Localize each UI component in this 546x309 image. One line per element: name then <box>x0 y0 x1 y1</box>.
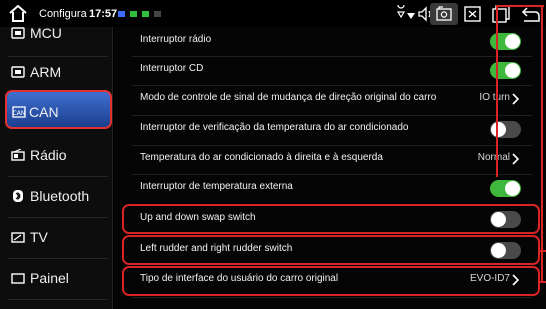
sidebar-item-can[interactable]: CAN CAN <box>5 90 112 129</box>
status-indicator <box>142 11 149 17</box>
sidebar-item-radio[interactable]: Rádio <box>0 135 112 176</box>
sidebar-item-label: Rádio <box>30 147 67 163</box>
annotation-line <box>541 5 543 283</box>
toggle-switch[interactable] <box>490 62 521 79</box>
clock: 17:57 <box>89 8 118 20</box>
sidebar-item-label: Bluetooth <box>30 188 90 204</box>
setting-value: Normal <box>477 152 510 163</box>
back-icon[interactable] <box>521 5 541 23</box>
app-title: Configura <box>39 8 87 20</box>
toggle-knob <box>491 122 506 137</box>
window-icon[interactable] <box>492 5 510 23</box>
toggle-switch[interactable] <box>490 121 521 138</box>
status-indicator <box>130 11 137 17</box>
toggle-knob <box>505 63 520 78</box>
sidebar-item-label: MCU <box>30 27 62 41</box>
annotation-line <box>540 250 546 252</box>
settings-list: Interruptor rádio Interruptor CD Modo de… <box>114 27 546 309</box>
bluetooth-icon <box>13 190 23 202</box>
svg-text:CAN: CAN <box>13 110 26 117</box>
divider <box>132 297 532 298</box>
setting-label: Interruptor de verificação da temperatur… <box>140 122 409 133</box>
location-icon <box>396 5 406 19</box>
sidebar-item-label: ARM <box>30 64 62 80</box>
highlight-box <box>122 235 540 265</box>
toggle-switch[interactable] <box>490 180 521 197</box>
wifi-icon <box>407 13 415 19</box>
can-icon: CAN <box>12 106 26 118</box>
setting-label: Interruptor de temperatura externa <box>140 181 293 192</box>
status-indicator <box>154 11 161 17</box>
setting-label: Temperatura do ar condicionado à direita… <box>140 152 383 163</box>
status-indicator <box>118 11 125 17</box>
setting-row-radio-switch[interactable]: Interruptor rádio <box>114 27 546 56</box>
sidebar-item-label: Painel <box>30 270 69 286</box>
status-bar: Configura 17:57 <box>0 0 546 27</box>
sidebar-item-arm[interactable]: ARM <box>0 52 112 93</box>
setting-row-turn-signal-mode[interactable]: Modo de controle de sinal de mudança de … <box>114 85 546 114</box>
sidebar-item-tv[interactable]: TV <box>0 217 112 258</box>
sidebar-item-painel[interactable]: Painel <box>0 258 112 299</box>
close-box-icon[interactable] <box>464 5 482 23</box>
toggle-knob <box>505 181 520 196</box>
chip-icon <box>11 27 25 39</box>
setting-row-external-temp[interactable]: Interruptor de temperatura externa <box>114 174 546 203</box>
setting-row-cd-switch[interactable]: Interruptor CD <box>114 56 546 85</box>
divider <box>8 299 108 300</box>
setting-value: IO turn <box>479 92 510 103</box>
screenshot-icon[interactable] <box>430 3 458 25</box>
setting-row-ac-temp-check[interactable]: Interruptor de verificação da temperatur… <box>114 115 546 144</box>
setting-label: Interruptor CD <box>140 63 204 74</box>
sidebar-item-bluetooth[interactable]: Bluetooth <box>0 176 112 217</box>
annotation-line <box>496 5 498 177</box>
toggle-switch[interactable] <box>490 33 521 50</box>
sidebar: MCU ARM CAN CAN Rádio Bluetooth TV Paine… <box>0 27 113 309</box>
setting-label: Modo de controle de sinal de mudança de … <box>140 92 437 103</box>
chip-icon <box>11 66 25 78</box>
annotation-line <box>540 281 546 283</box>
radio-icon <box>11 149 25 161</box>
panel-icon <box>11 273 25 284</box>
sidebar-item-label: CAN <box>29 104 59 120</box>
chevron-right-icon <box>512 93 519 105</box>
annotation-line <box>496 5 544 7</box>
sidebar-item-mcu[interactable]: MCU <box>0 27 112 54</box>
setting-label: Interruptor rádio <box>140 34 212 45</box>
highlight-box <box>122 266 540 296</box>
chevron-right-icon <box>512 153 519 165</box>
tv-icon <box>11 232 25 243</box>
highlight-box <box>122 204 540 234</box>
setting-row-ac-temp-sides[interactable]: Temperatura do ar condicionado à direita… <box>114 145 546 174</box>
sidebar-item-label: TV <box>30 229 48 245</box>
toggle-knob <box>505 34 520 49</box>
home-icon[interactable] <box>9 5 27 22</box>
